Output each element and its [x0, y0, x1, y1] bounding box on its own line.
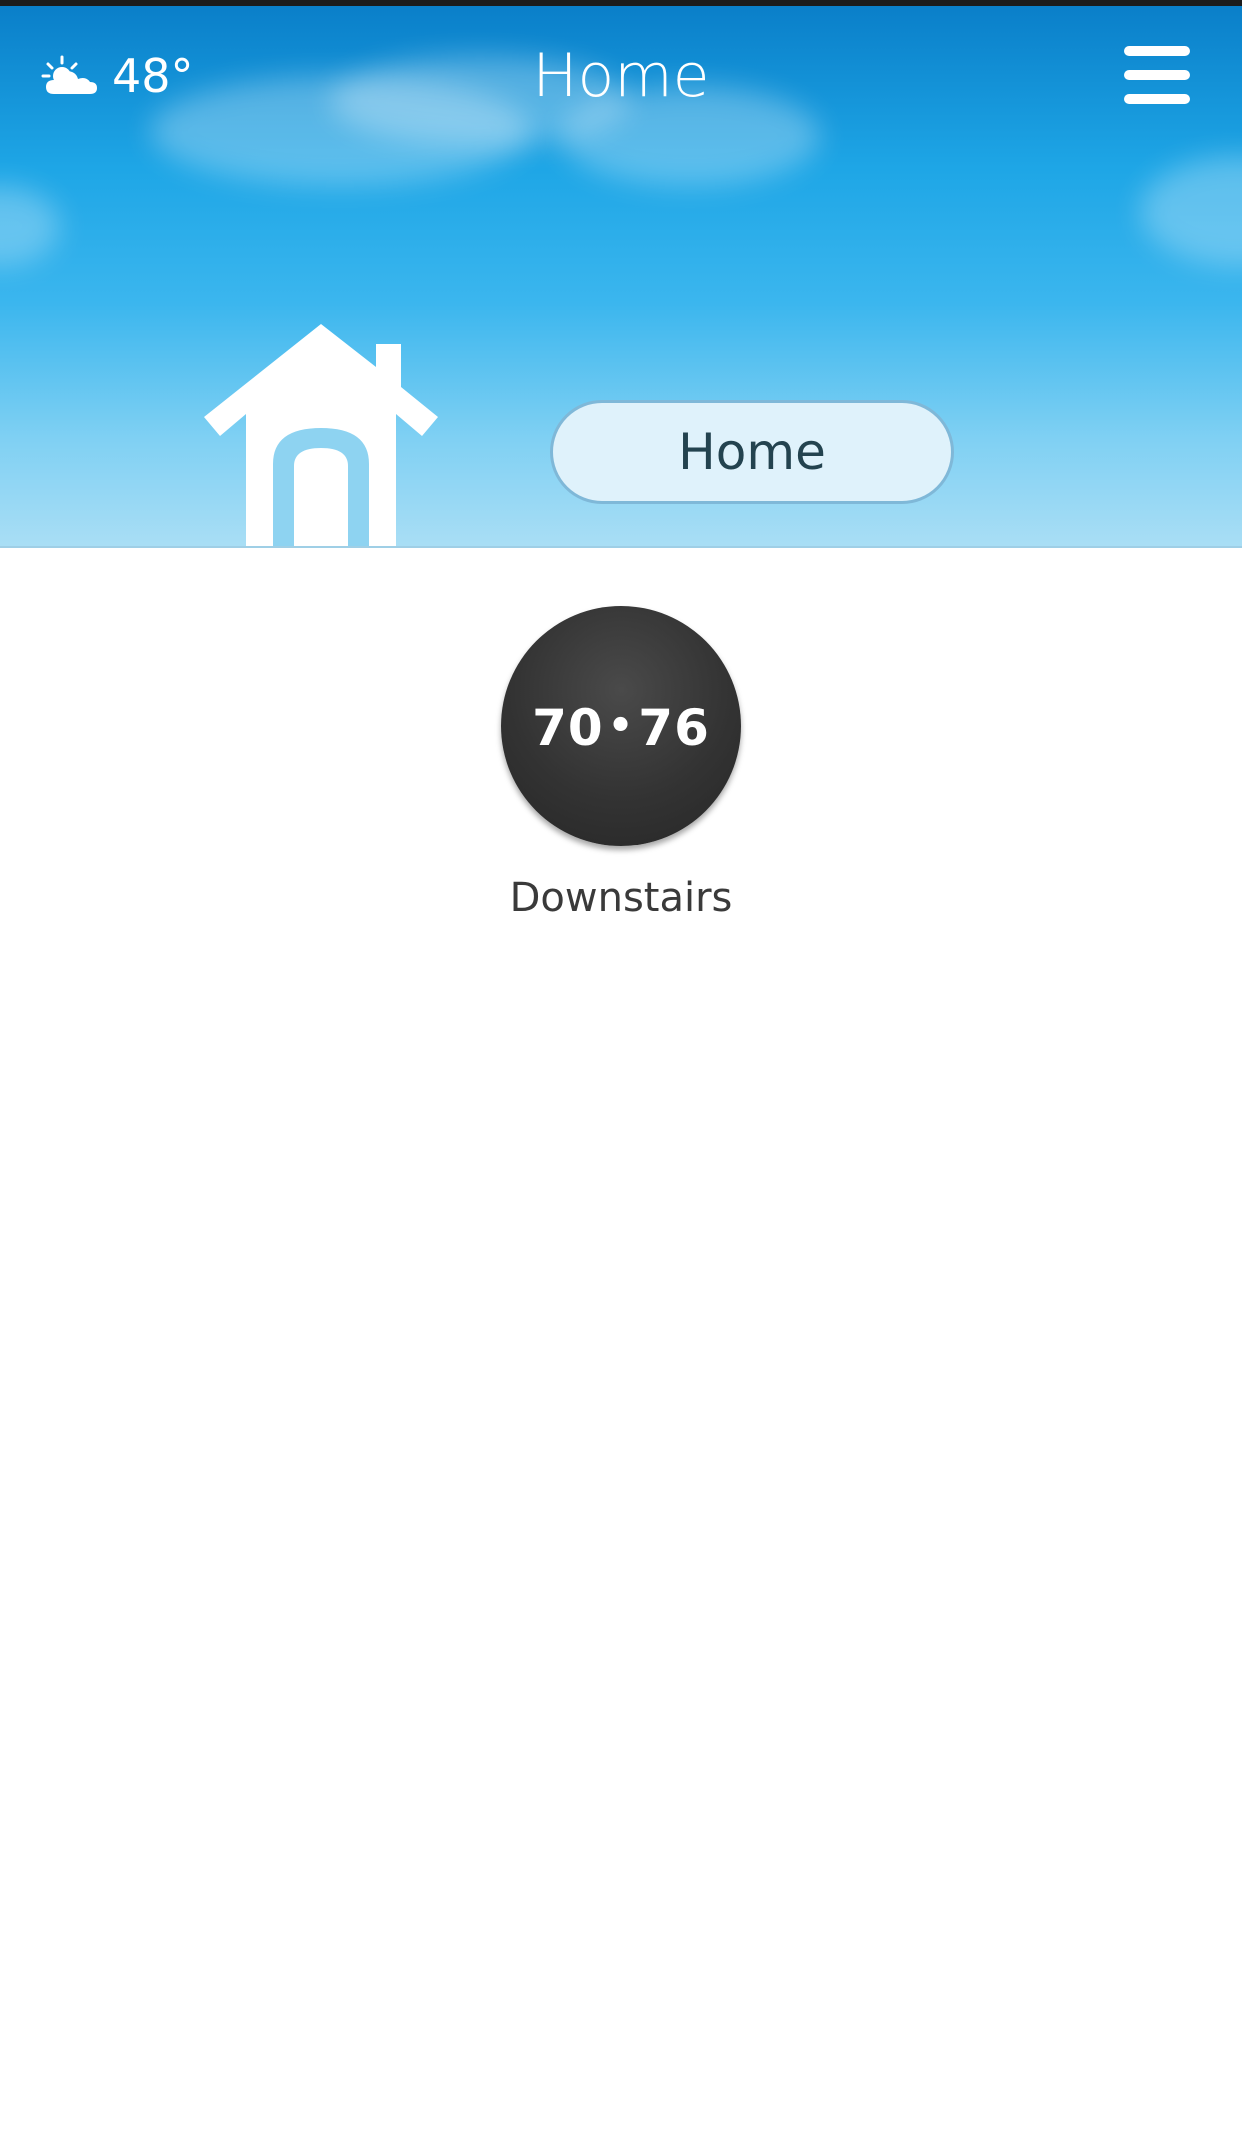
- setpoint-separator: •: [607, 703, 635, 749]
- sky-header: 48° Home Home: [0, 6, 1242, 548]
- cloud: [1140, 156, 1242, 266]
- thermostat-tile[interactable]: 70 •76 Downstairs: [501, 606, 741, 922]
- device-name: Downstairs: [509, 875, 733, 921]
- high-setpoint: 76: [638, 699, 710, 757]
- thermostat-icon[interactable]: 70 •76: [501, 606, 741, 846]
- cloud: [0, 186, 60, 266]
- hamburger-menu-icon: [1120, 46, 1194, 104]
- menu-button[interactable]: [1120, 46, 1194, 110]
- page-title: Home: [532, 41, 710, 111]
- house-icon[interactable]: [198, 324, 444, 548]
- app-screen: 48° Home Home 70 •76 Downstairs: [0, 0, 1242, 2154]
- away-mode-toggle[interactable]: Home: [550, 400, 954, 504]
- low-setpoint: 70: [532, 699, 604, 757]
